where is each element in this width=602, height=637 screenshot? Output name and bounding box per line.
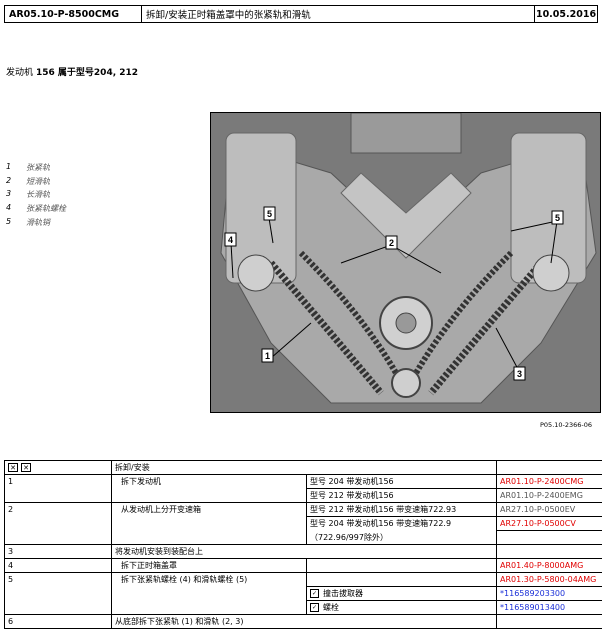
callout-label: 5 <box>555 213 560 223</box>
step-detail: （722.96/997除外） <box>305 530 498 545</box>
reference-link[interactable]: AR01.10-P-2400EMG <box>496 488 602 503</box>
tool-number-link[interactable]: *116589013400 <box>496 600 602 615</box>
legend-item: 2 短滑轨 <box>6 176 66 190</box>
tool-detail: ✓ 螺栓 <box>305 600 498 615</box>
document-code: AR05.10-P-8500CMG <box>5 6 142 22</box>
callout-label: 5 <box>267 209 272 219</box>
engine-description: 156 属于型号204, 212 <box>36 68 139 78</box>
engine-illustration: 1 2 3 4 5 5 <box>211 113 600 412</box>
step-text: 从底部拆下张紧轨 (1) 和滑轨 (2, 3) <box>110 614 498 629</box>
reference-link[interactable]: AR01.40-P-8000AMG <box>496 558 602 573</box>
callout-label: 3 <box>517 369 522 379</box>
legend-number: 5 <box>6 216 12 226</box>
step-text: 将发动机安装到装配台上 <box>110 544 498 559</box>
install-icon: ✕ <box>21 463 31 472</box>
reference-link[interactable]: AR27.10-P-0500CV <box>496 516 602 531</box>
reference-link[interactable]: AR27.10-P-0500EV <box>496 502 602 517</box>
table-row: 4 拆下正时箱盖罩 AR01.40-P-8000AMG <box>4 558 602 573</box>
header-icons: ✕ ✕ <box>4 460 112 475</box>
callout-label: 2 <box>389 238 394 248</box>
step-number: 4 <box>4 558 112 573</box>
remove-icon: ✕ <box>8 463 18 472</box>
legend-text: 长滑轨 <box>26 190 50 200</box>
step-text-cell: 从发动机上分开变速箱 <box>111 502 307 545</box>
header-text: 拆卸/安装 <box>110 460 498 475</box>
legend-item: 5 滑轨销 <box>6 217 66 231</box>
step-text-cell: 拆下发动机 <box>111 474 307 503</box>
figure-legend: 1 张紧轨 2 短滑轨 3 长滑轨 4 张紧轨螺栓 5 滑轨销 <box>6 162 66 230</box>
reference-link[interactable]: AR01.10-P-2400CMG <box>496 474 602 489</box>
step-detail: 型号 212 带发动机156 带变速箱722.93 <box>305 502 498 517</box>
step-text: 从发动机上分开变速箱 <box>121 505 201 514</box>
engine-photo: 1 2 3 4 5 5 <box>210 112 601 413</box>
legend-item: 3 长滑轨 <box>6 189 66 203</box>
legend-item: 1 张紧轨 <box>6 162 66 176</box>
legend-item: 4 张紧轨螺栓 <box>6 203 66 217</box>
step-number: 5 <box>4 572 112 615</box>
legend-number: 1 <box>6 162 12 171</box>
table-row: 2 从发动机上分开变速箱 型号 212 带发动机156 带变速箱722.93 A… <box>4 502 602 545</box>
tool-detail: ✓ 撞击拔取器 <box>305 586 498 601</box>
table-row: 3 将发动机安装到装配台上 <box>4 544 602 559</box>
document-title: 拆卸/安装正时箱盖罩中的张紧轨和滑轨 <box>142 6 535 22</box>
legend-text: 滑轨销 <box>26 217 50 227</box>
step-number: 6 <box>4 614 112 629</box>
tool-number-link[interactable]: *116589203300 <box>496 586 602 601</box>
step-number: 2 <box>4 502 112 545</box>
table-row: 1 拆下发动机 型号 204 带发动机156 AR01.10-P-2400CMG <box>4 474 602 503</box>
legend-number: 4 <box>6 203 12 213</box>
legend-text: 短滑轨 <box>26 176 50 186</box>
legend-text: 张紧轨 <box>26 163 50 172</box>
callout-label: 1 <box>265 351 270 361</box>
reference-link[interactable]: AR01.30-P-5800-04AMG <box>496 572 602 587</box>
legend-text: 张紧轨螺栓 <box>26 204 66 214</box>
tool-icon: ✓ <box>310 589 319 598</box>
step-detail: 型号 204 带发动机156 带变速箱722.9 <box>305 516 498 531</box>
document-header: AR05.10-P-8500CMG 拆卸/安装正时箱盖罩中的张紧轨和滑轨 10.… <box>4 5 598 23</box>
tool-name: 撞击拔取器 <box>323 589 363 598</box>
tool-name: 螺栓 <box>323 603 339 612</box>
step-text-cell: 拆下张紧轨螺栓 (4) 和滑轨螺栓 (5) <box>111 572 307 615</box>
engine-label: 发动机 <box>6 68 34 78</box>
table-row: 6 从底部拆下张紧轨 (1) 和滑轨 (2, 3) <box>4 614 602 629</box>
table-header-row: ✕ ✕ 拆卸/安装 <box>4 460 602 475</box>
step-number: 3 <box>4 544 112 559</box>
step-detail: 型号 204 带发动机156 <box>305 474 498 489</box>
legend-number: 2 <box>6 175 12 185</box>
work-steps-table: ✕ ✕ 拆卸/安装 1 拆下发动机 型号 204 带发动机156 AR01.10-… <box>4 460 602 629</box>
tool-icon: ✓ <box>310 603 319 612</box>
step-detail: 型号 212 带发动机156 <box>305 488 498 503</box>
legend-number: 3 <box>6 189 12 199</box>
callout-label: 4 <box>228 235 233 245</box>
table-row: 5 拆下张紧轨螺栓 (4) 和滑轨螺栓 (5) AR01.30-P-5800-0… <box>4 572 602 615</box>
document-date: 10.05.2016 <box>535 8 597 20</box>
step-text: 拆下正时箱盖罩 <box>121 561 177 570</box>
step-text: 拆下张紧轨螺栓 (4) 和滑轨螺栓 (5) <box>121 575 248 584</box>
figure-code: P05.10-2366-06 <box>540 421 593 429</box>
step-text-cell: 拆下正时箱盖罩 <box>111 558 307 573</box>
step-number: 1 <box>4 474 112 503</box>
step-text: 拆下发动机 <box>121 477 161 486</box>
